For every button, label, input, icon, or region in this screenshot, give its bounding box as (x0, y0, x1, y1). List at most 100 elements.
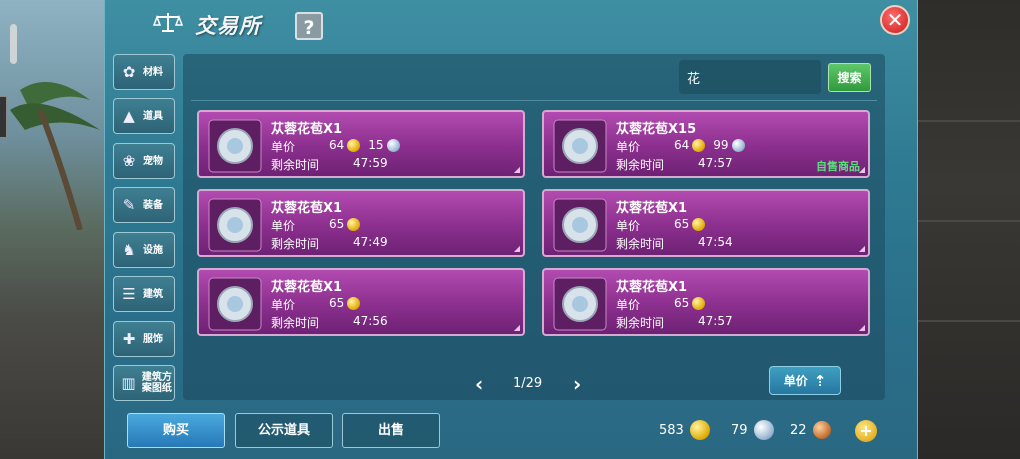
listing-card[interactable]: 苁蓉花苞X15 单价 64 99 剩余时间 47:57 自售商品 ◢ (542, 110, 870, 178)
price-value: 65 (329, 296, 361, 310)
next-page-button[interactable]: › (573, 372, 581, 396)
listing-card[interactable]: 苁蓉花苞X1 单价 65 剩余时间 47:56 ◢ (197, 268, 525, 336)
search-button[interactable]: 搜索 (828, 63, 871, 92)
screen-handle[interactable] (10, 24, 17, 64)
background-scenery-right (916, 0, 1020, 459)
search-input[interactable]: 花 (679, 60, 821, 94)
price-label: 单价 (271, 219, 296, 233)
search-value: 花 (687, 72, 701, 87)
price-value: 65 (674, 217, 706, 231)
price-value: 65 (674, 296, 706, 310)
sidebar-item-equipment[interactable]: ✎ 装备 (113, 187, 175, 223)
sidebar-item-label: 建筑方案图纸 (141, 372, 172, 394)
copper-balance-value: 22 (790, 422, 807, 438)
time-label: 剩余时间 (616, 237, 665, 251)
price-label: 单价 (271, 140, 296, 154)
corner-mark-icon: ◢ (513, 323, 520, 332)
gold-amount: 64 (674, 138, 690, 152)
listing-panel: 花 搜索 苁蓉花苞X1 单价 64 15 剩余时间 47:59 ◢ 苁蓉花苞X1… (183, 54, 885, 400)
sidebar-item-materials[interactable]: ✿ 材料 (113, 54, 175, 90)
flower-bud-icon (208, 198, 262, 252)
price-label: 单价 (616, 140, 641, 154)
price-value: 64 99 (674, 138, 745, 152)
time-label: 剩余时间 (271, 237, 320, 251)
gold-coin-icon (692, 217, 706, 231)
flower-bud-icon (553, 119, 607, 173)
gold-coin-icon (689, 420, 710, 440)
gold-coin-icon (347, 217, 361, 231)
listing-card[interactable]: 苁蓉花苞X1 单价 64 15 剩余时间 47:59 ◢ (197, 110, 525, 178)
sidebar-item-label: 服饰 (143, 333, 163, 345)
sidebar-item-building[interactable]: ☰ 建筑 (113, 276, 175, 312)
gold-amount: 65 (329, 296, 345, 310)
time-remaining: 47:56 (353, 314, 388, 328)
flower-bud-icon (208, 277, 262, 331)
building-icon: ☰ (122, 285, 136, 303)
gold-amount: 64 (329, 138, 345, 152)
gold-coin-icon (692, 296, 706, 310)
materials-icon: ✿ (122, 63, 136, 81)
listing-card[interactable]: 苁蓉花苞X1 单价 65 剩余时间 47:49 ◢ (197, 189, 525, 257)
sell-button[interactable]: 出售 (342, 413, 440, 448)
gold-amount: 65 (674, 296, 690, 310)
sort-label: 单价 (783, 374, 808, 388)
flower-bud-icon (553, 198, 607, 252)
corner-mark-icon: ◢ (513, 165, 520, 174)
close-button[interactable]: ✕ (880, 5, 910, 35)
palm-tree-icon (10, 82, 100, 230)
price-value: 64 15 (329, 138, 400, 152)
silver-amount: 99 (713, 138, 729, 152)
gold-coin-icon (692, 138, 706, 152)
item-name: 苁蓉花苞X1 (616, 280, 688, 295)
price-label: 单价 (616, 219, 641, 233)
time-label: 剩余时间 (271, 158, 320, 172)
silver-amount: 15 (368, 138, 384, 152)
time-remaining: 47:54 (698, 235, 733, 249)
copper-balance: 22 (790, 418, 831, 442)
flower-bud-icon (553, 277, 607, 331)
sidebar-item-label: 装备 (143, 199, 163, 211)
page-indicator: 1/29 (513, 376, 543, 391)
gold-coin-icon (347, 296, 361, 310)
time-remaining: 47:57 (698, 314, 733, 328)
sort-arrow-icon: ⇡ (813, 371, 827, 390)
gold-balance: 583 (659, 418, 710, 442)
help-button[interactable]: ? (295, 12, 323, 40)
silver-balance-value: 79 (731, 422, 748, 438)
listing-card[interactable]: 苁蓉花苞X1 单价 65 剩余时间 47:57 ◢ (542, 268, 870, 336)
facility-icon: ♞ (122, 241, 136, 259)
sidebar-item-pets[interactable]: ❀ 宠物 (113, 143, 175, 179)
sidebar-item-blueprint[interactable]: ▥ 建筑方案图纸 (113, 365, 175, 401)
gold-coin-icon (347, 138, 361, 152)
sidebar-item-facility[interactable]: ♞ 设施 (113, 232, 175, 268)
silver-gem-icon (731, 138, 745, 152)
item-icon: ▲ (123, 107, 135, 125)
sidebar-item-label: 材料 (143, 66, 163, 78)
background-scenery-left (0, 0, 104, 459)
title-bar: 交易所 ? ✕ (105, 0, 917, 48)
time-label: 剩余时间 (616, 316, 665, 330)
own-listing-badge: 自售商品 (816, 160, 860, 173)
gold-amount: 65 (329, 217, 345, 231)
item-name: 苁蓉花苞X15 (616, 122, 697, 137)
side-tab[interactable] (0, 96, 7, 138)
corner-mark-icon: ◢ (513, 244, 520, 253)
sidebar-item-clothing[interactable]: ✚ 服饰 (113, 321, 175, 357)
sidebar-item-items[interactable]: ▲ 道具 (113, 98, 175, 134)
prev-page-button[interactable]: ‹ (475, 372, 483, 396)
equipment-icon: ✎ (122, 196, 136, 214)
showcase-items-button[interactable]: 公示道具 (235, 413, 333, 448)
buy-button[interactable]: 购买 (127, 413, 225, 448)
scales-icon (153, 13, 183, 32)
sidebar-item-label: 建筑 (143, 288, 163, 300)
item-name: 苁蓉花苞X1 (271, 122, 343, 137)
pet-paw-icon: ❀ (122, 152, 136, 170)
item-name: 苁蓉花苞X1 (616, 201, 688, 216)
listing-card[interactable]: 苁蓉花苞X1 单价 65 剩余时间 47:54 ◢ (542, 189, 870, 257)
corner-mark-icon: ◢ (858, 323, 865, 332)
corner-mark-icon: ◢ (858, 165, 865, 174)
sort-by-price-button[interactable]: 单价 ⇡ (769, 366, 841, 395)
sidebar-item-label: 宠物 (143, 155, 163, 167)
add-currency-button[interactable]: + (855, 420, 877, 442)
blueprint-icon: ▥ (121, 374, 136, 392)
